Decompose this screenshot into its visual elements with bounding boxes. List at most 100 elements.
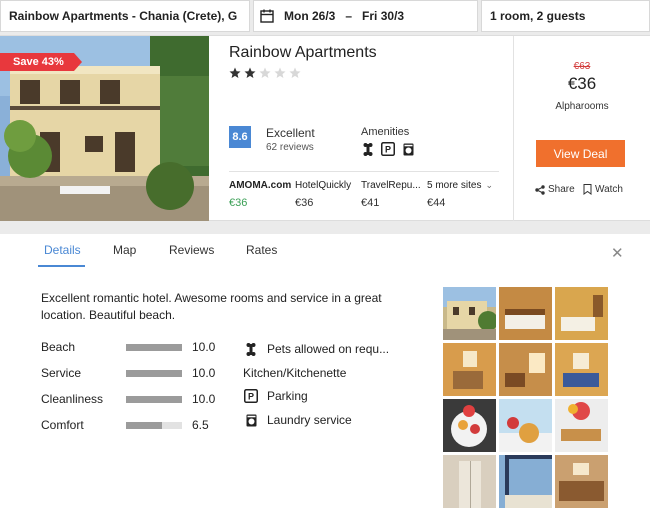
- rating-row: Service 10.0: [41, 364, 221, 384]
- gallery-thumb[interactable]: [555, 455, 608, 508]
- svg-text:P: P: [385, 145, 391, 155]
- gallery-thumb[interactable]: [499, 343, 552, 396]
- rating-value: 10.0: [192, 366, 216, 380]
- share-label: Share: [548, 184, 575, 195]
- share-button[interactable]: Share: [535, 184, 575, 195]
- star-empty-icon: [274, 67, 286, 78]
- rating-row: Comfort 6.5: [41, 416, 221, 436]
- hotel-card: Save 43% Rainbow Apartments 8.6 Excellen…: [0, 35, 650, 221]
- gallery-thumb[interactable]: [443, 287, 496, 340]
- facility-item: Kitchen/Kitchenette: [243, 366, 346, 380]
- star-filled-icon: [229, 67, 241, 78]
- star-rating: [229, 67, 301, 79]
- tab-reviews[interactable]: Reviews: [169, 243, 214, 257]
- facility-item: P Parking: [243, 389, 308, 403]
- check-in-date: Mon 26/3: [284, 9, 336, 23]
- hotel-name[interactable]: Rainbow Apartments: [229, 44, 377, 62]
- price-amount: €41: [361, 197, 380, 209]
- dates-field[interactable]: Mon 26/3 – Fri 30/3: [253, 0, 478, 32]
- review-count[interactable]: 62 reviews: [266, 142, 314, 153]
- more-sites-amount: €44: [427, 197, 446, 209]
- hotel-description: Excellent romantic hotel. Awesome rooms …: [41, 291, 382, 322]
- best-price: €36: [567, 74, 597, 93]
- rating-row: Beach 10.0: [41, 338, 221, 358]
- guests-value: 1 room, 2 guests: [490, 9, 586, 23]
- rating-bar: [126, 422, 182, 429]
- parking-icon: P: [243, 389, 259, 403]
- rating-category: Service: [41, 366, 82, 380]
- more-sites[interactable]: 5 more sites ⌄ €44: [427, 180, 507, 209]
- amenity-icons: P: [361, 142, 415, 156]
- more-sites-row: 5 more sites ⌄: [427, 180, 507, 191]
- svg-text:P: P: [248, 392, 254, 402]
- calendar-icon: [260, 9, 274, 23]
- rating-bar: [126, 370, 182, 377]
- rating-row: Cleanliness 10.0: [41, 390, 221, 410]
- amenities-label: Amenities: [361, 126, 410, 138]
- facility-label: Kitchen/Kitchenette: [243, 366, 347, 380]
- watch-label: Watch: [595, 184, 623, 195]
- detail-tabs: Details Map Reviews Rates: [0, 234, 650, 268]
- rating-value: 10.0: [192, 340, 216, 354]
- laundry-icon: [401, 142, 415, 156]
- hotel-photo[interactable]: Save 43%: [0, 36, 209, 221]
- gallery-thumb[interactable]: [443, 343, 496, 396]
- photo-gallery: [443, 287, 608, 511]
- watch-button[interactable]: Watch: [583, 184, 623, 195]
- score-badge[interactable]: 8.6: [229, 126, 251, 148]
- price-comparison: AMOMA.com €36 HotelQuickly €36 TravelRep…: [229, 180, 507, 209]
- price-site: HotelQuickly: [295, 180, 352, 191]
- share-icon: [535, 184, 545, 195]
- price-amount: €36: [295, 197, 314, 209]
- facility-label: Laundry service: [267, 413, 352, 427]
- rating-bar-fill: [126, 422, 163, 429]
- parking-icon: P: [381, 142, 395, 156]
- tab-rates[interactable]: Rates: [246, 243, 277, 257]
- price-option[interactable]: HotelQuickly €36: [295, 180, 361, 209]
- discount-badge: Save 43%: [0, 53, 82, 71]
- star-empty-icon: [289, 67, 301, 78]
- facility-item: Pets allowed on requ...: [243, 342, 389, 356]
- rating-bar: [126, 396, 182, 403]
- close-icon[interactable]: ✕: [611, 244, 624, 262]
- rating-label: Excellent: [266, 126, 315, 140]
- price-option[interactable]: TravelRepu... €41: [361, 180, 427, 209]
- price-site: AMOMA.com: [229, 180, 292, 191]
- guests-field[interactable]: 1 room, 2 guests: [481, 0, 650, 32]
- pet-icon: [361, 142, 375, 156]
- more-sites-label: 5 more sites: [427, 180, 482, 191]
- laundry-icon: [243, 413, 259, 427]
- bookmark-icon: [583, 184, 592, 195]
- view-deal-button[interactable]: View Deal: [536, 140, 625, 167]
- check-out-date: Fri 30/3: [362, 9, 405, 23]
- destination-field[interactable]: Rainbow Apartments - Chania (Crete), G: [0, 0, 250, 32]
- tab-details[interactable]: Details: [44, 243, 81, 257]
- pet-icon: [243, 342, 259, 356]
- chevron-down-icon: ⌄: [485, 180, 494, 190]
- facility-item: Laundry service: [243, 413, 352, 427]
- price-amount: €36: [229, 197, 248, 209]
- gallery-thumb[interactable]: [499, 455, 552, 508]
- rating-bar-fill: [126, 370, 182, 377]
- gallery-thumb[interactable]: [499, 399, 552, 452]
- tab-map[interactable]: Map: [113, 243, 136, 257]
- rating-value: 6.5: [192, 418, 209, 432]
- rating-value: 10.0: [192, 392, 216, 406]
- gallery-thumb[interactable]: [443, 399, 496, 452]
- details-panel: Details Map Reviews Rates ✕ Excellent ro…: [0, 234, 650, 512]
- gallery-thumb[interactable]: [555, 287, 608, 340]
- gallery-thumb[interactable]: [555, 399, 608, 452]
- gallery-thumb[interactable]: [499, 287, 552, 340]
- star-filled-icon: [244, 67, 256, 78]
- gallery-thumb[interactable]: [555, 343, 608, 396]
- rating-bar-fill: [126, 396, 182, 403]
- star-empty-icon: [259, 67, 271, 78]
- search-bar: Rainbow Apartments - Chania (Crete), G M…: [0, 0, 650, 33]
- price-option[interactable]: AMOMA.com €36: [229, 180, 295, 209]
- rating-category: Beach: [41, 340, 76, 354]
- facility-label: Parking: [267, 389, 308, 403]
- gallery-thumb[interactable]: [443, 455, 496, 508]
- rating-bar: [126, 344, 182, 351]
- facility-label: Pets allowed on requ...: [267, 342, 390, 356]
- destination-value: Rainbow Apartments - Chania (Crete), G: [9, 9, 238, 23]
